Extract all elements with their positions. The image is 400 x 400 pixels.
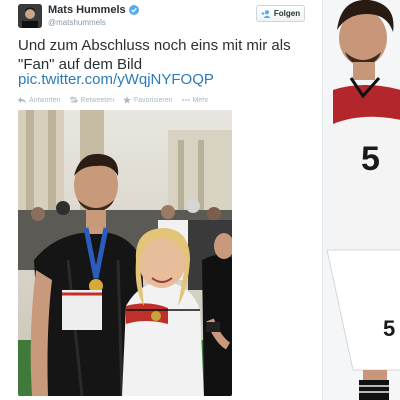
tweet-photo[interactable] (18, 110, 232, 396)
jersey-number: 5 (361, 140, 380, 178)
more-label: Mehr (192, 96, 209, 104)
retweet-icon (69, 96, 78, 103)
follow-user-icon (261, 9, 271, 18)
star-icon (123, 96, 131, 104)
avatar[interactable] (18, 4, 42, 28)
display-name[interactable]: Mats Hummels (48, 4, 126, 16)
retweet-action[interactable]: Retweeten (69, 96, 114, 104)
handle[interactable]: @matshummels (48, 18, 106, 27)
tweet-card: Mats Hummels @matshummels Folgen Und zum… (0, 0, 322, 400)
verified-badge-icon (128, 5, 139, 15)
player-photo-image: 5 5 (323, 0, 400, 400)
side-panel: 5 5 (322, 0, 400, 400)
author-name-row: Mats Hummels (48, 4, 139, 16)
favorite-label: Favorisieren (134, 96, 173, 104)
tweet-actions: Antworten Retweeten Favorisieren Mehr (18, 96, 208, 104)
tweet-media-link[interactable]: pic.twitter.com/yWqjNYFOQP (18, 70, 214, 89)
retweet-label: Retweeten (80, 96, 114, 104)
more-dots-icon (181, 99, 190, 101)
reply-action[interactable]: Antworten (18, 96, 61, 104)
reply-label: Antworten (29, 96, 61, 104)
tweet-text: Und zum Abschluss noch eins mit mir als … (18, 37, 291, 73)
reply-icon (18, 97, 26, 103)
profile-header-photo: 5 5 (323, 0, 400, 400)
more-action[interactable]: Mehr (181, 96, 209, 104)
follow-label: Folgen (273, 9, 301, 18)
tweet-photo-image (18, 110, 232, 396)
shorts-number: 5 (383, 316, 395, 341)
follow-button[interactable]: Folgen (256, 5, 305, 22)
favorite-action[interactable]: Favorisieren (123, 96, 173, 104)
